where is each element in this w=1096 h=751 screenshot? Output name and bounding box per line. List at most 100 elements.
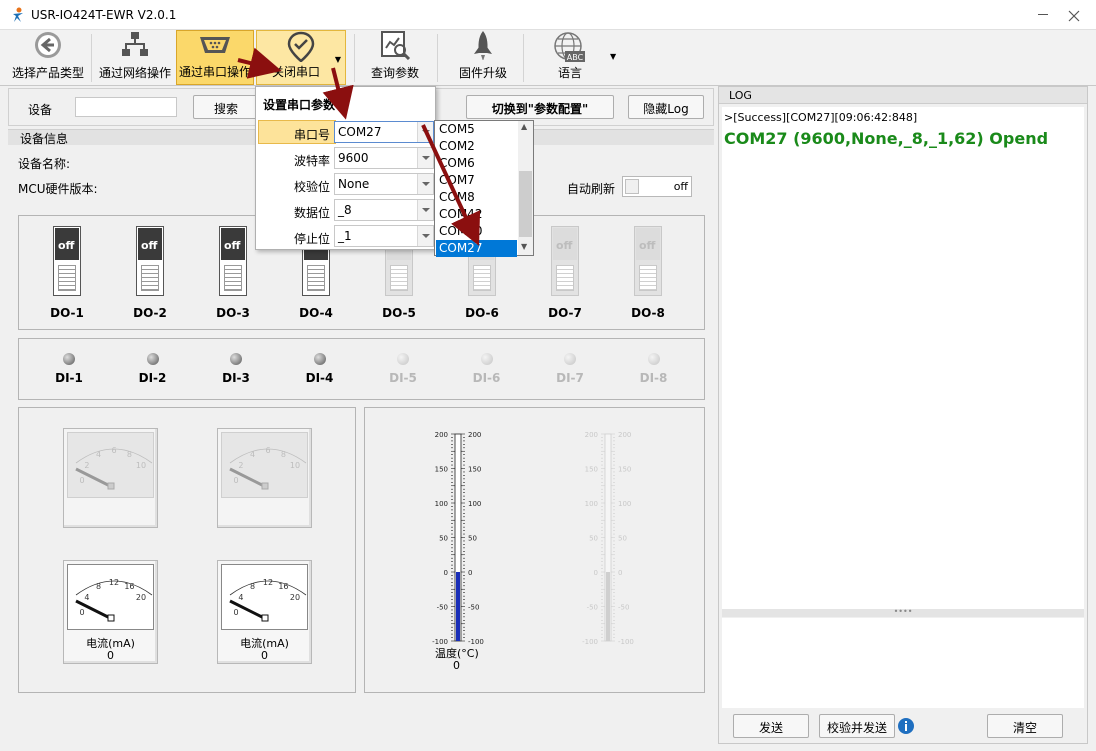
gauge-pivot [261,482,269,490]
thermo-tick-right: 150 [618,466,631,474]
port-option[interactable]: COM40 [436,223,517,240]
switch-lever: off [553,228,577,260]
do-switch[interactable]: off [634,226,662,296]
switch-grip [639,265,657,291]
log-panel: LOG >[Success][COM27][09:06:42:848] COM2… [718,86,1088,744]
port-option[interactable]: COM2 [436,138,517,155]
thermo-tick-left: -50 [587,604,598,612]
clear-button[interactable]: 清空 [987,714,1063,738]
param-combo[interactable]: _1 [334,225,434,247]
do-label: DO-8 [631,306,665,320]
serial-popup-title: 设置串口参数 [263,98,336,112]
param-combo[interactable]: _8 [334,199,434,221]
scrollbar-thumb[interactable] [519,171,532,237]
location-check-icon [287,31,315,62]
combo-dropdown-icon[interactable] [417,148,433,168]
di-label: DI-6 [472,371,501,385]
log-output[interactable]: >[Success][COM27][09:06:42:848] COM27 (9… [722,107,1084,609]
di-label: DI-4 [305,371,334,385]
thermo-tick-left: 150 [435,466,448,474]
gauge-value: 0 [261,649,268,662]
thermo-tick-left: 200 [585,431,598,439]
gauge-face: 0 2 4 6 8 10 [221,432,308,498]
splitter-handle[interactable]: •••• [722,608,1084,617]
send-input[interactable] [722,618,1084,708]
language-button[interactable]: ABC 语言 [540,30,600,85]
search-button[interactable]: 搜索 [193,95,259,119]
gauge-dial: 024 6 810 [75,446,153,490]
do-switch[interactable]: off [551,226,579,296]
verify-send-button[interactable]: 校验并发送 [819,714,895,738]
thermometer-temp: 200 200150 150100 10050 500 0-50 -50-100 -100 [432,431,484,646]
gauge-tick-label: 4 [84,593,89,602]
combo-dropdown-icon[interactable] [417,122,433,142]
combo-dropdown-icon[interactable] [417,226,433,246]
thermo-tick-right: 50 [468,535,477,543]
firmware-label: 固件升级 [458,66,507,80]
thermo-tick-right: -50 [618,604,629,612]
switch-state: off [639,239,656,252]
combo-dropdown-icon[interactable] [417,174,433,194]
di-indicator [230,353,242,365]
port-option[interactable]: COM27 [436,240,517,257]
switch-lever: off [636,228,660,260]
param-combo[interactable]: None [334,173,434,195]
gauge-tick-label: 10 [290,461,300,470]
do-label: DO-2 [133,306,167,320]
port-option[interactable]: COM42 [436,206,517,223]
gauge-face: 0 2 4 6 8 10 [67,432,154,498]
thermo-tick-left: 100 [585,500,598,508]
device-label: 设备 [28,103,53,117]
scroll-down-icon[interactable]: ▼ [521,242,527,251]
switch-state: off [58,239,75,252]
param-value: _1 [338,229,352,243]
di-label: DI-5 [389,371,417,385]
query-params-button[interactable]: 查询参数 [362,30,428,85]
do-switch[interactable]: off [136,226,164,296]
port-option[interactable]: COM7 [436,172,517,189]
port-option[interactable]: COM8 [436,189,517,206]
thermo-tick-left: 50 [439,535,448,543]
minimize-icon[interactable] [1038,14,1048,15]
auto-refresh-toggle[interactable]: off [622,176,692,197]
info-icon[interactable] [897,717,915,735]
di-indicator [564,353,576,365]
param-label: 校验位 [294,180,331,194]
scroll-up-icon[interactable]: ▲ [521,122,527,131]
port-option[interactable]: COM6 [436,155,517,172]
dropdown-scrollbar[interactable]: ▲ ▼ [518,121,533,255]
send-button[interactable]: 发送 [733,714,809,738]
close-icon[interactable] [1068,10,1080,22]
thermo-tick-left: 200 [435,431,448,439]
select-product-button[interactable]: 选择产品类型 [8,30,88,85]
hide-log-button[interactable]: 隐藏Log [628,95,704,119]
param-combo[interactable]: COM27 [334,121,434,143]
do-switch[interactable]: off [53,226,81,296]
do-label: DO-6 [465,306,499,320]
do-label: DO-5 [382,306,416,320]
switch-grip [556,265,574,291]
port-dropdown-list[interactable]: COM5 COM2 COM6 COM7 COM8 COM42 COM40 COM27 ▲ ▼ [434,120,534,257]
firmware-button[interactable]: 固件升级 [450,30,516,85]
di-label: DI-8 [639,371,668,385]
language-dropdown-icon[interactable]: ▼ [610,52,616,61]
switch-config-button[interactable]: 切换到"参数配置" [466,95,614,119]
net-op-button[interactable]: 通过网络操作 [96,30,174,85]
toggle-knob [625,179,639,194]
combo-dropdown-icon[interactable] [417,200,433,220]
gauge-value: 0 [107,649,114,662]
serial-port-icon [200,37,230,53]
param-label: 停止位 [294,232,331,246]
serial-op-button[interactable]: 通过串口操作 [176,30,254,85]
switch-lever: off [221,228,245,260]
close-serial-button[interactable]: 关闭串口 ▼ [256,30,346,85]
mcu-version-label: MCU硬件版本: [18,182,98,196]
port-option[interactable]: COM5 [436,121,517,138]
thermo-tick-right: 200 [468,431,481,439]
device-input[interactable] [75,97,177,117]
do-switch[interactable]: off [219,226,247,296]
param-combo[interactable]: 9600 [334,147,434,169]
thermo-tick-left: 0 [444,569,448,577]
param-value: None [338,177,370,191]
thermo-tick-right: -50 [468,604,479,612]
